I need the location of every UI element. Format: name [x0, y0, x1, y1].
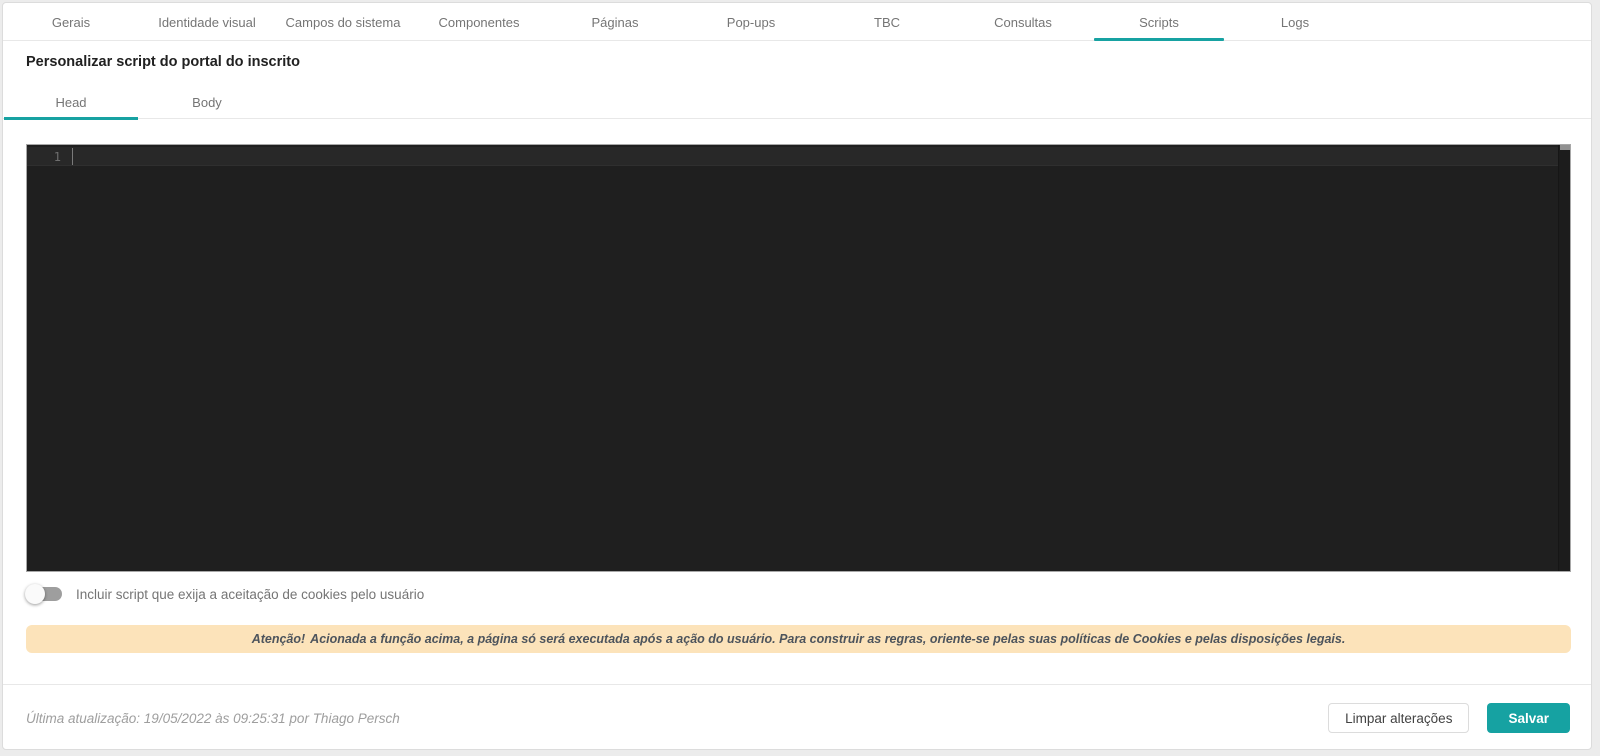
tab-label: Logs — [1281, 15, 1309, 30]
footer-buttons: Limpar alterações Salvar — [1328, 703, 1570, 733]
editor-scrollbar-thumb[interactable] — [1560, 145, 1570, 150]
tab-logs[interactable]: Logs — [1227, 3, 1363, 41]
tab-identidade-visual[interactable]: Identidade visual — [139, 3, 275, 41]
tab-label: Componentes — [439, 15, 520, 30]
toggle-knob — [25, 584, 45, 604]
subtab-label: Head — [55, 95, 86, 110]
subtab-head[interactable]: Head — [3, 86, 139, 119]
warning-banner: Atenção! Acionada a função acima, a pági… — [26, 625, 1571, 653]
page-title: Personalizar script do portal do inscrit… — [26, 54, 300, 70]
cookie-toggle-row: Incluir script que exija a aceitação de … — [26, 582, 424, 606]
tab-popups[interactable]: Pop-ups — [683, 3, 819, 41]
main-tab-bar: Gerais Identidade visual Campos do siste… — [3, 3, 1591, 41]
script-section-tabs: Head Body — [3, 86, 1591, 119]
text-cursor — [72, 148, 73, 165]
warning-message: Acionada a função acima, a página só ser… — [310, 632, 1345, 646]
editor-scrollbar[interactable] — [1558, 145, 1570, 571]
subtab-label: Body — [192, 95, 222, 110]
tab-gerais[interactable]: Gerais — [3, 3, 139, 41]
save-button[interactable]: Salvar — [1487, 703, 1570, 733]
tab-paginas[interactable]: Páginas — [547, 3, 683, 41]
last-update-text: Última atualização: 19/05/2022 às 09:25:… — [26, 711, 400, 726]
cookie-toggle-label: Incluir script que exija a aceitação de … — [76, 587, 424, 602]
cookie-consent-toggle[interactable] — [28, 587, 62, 601]
warning-prefix: Atenção! — [252, 632, 305, 646]
tab-consultas[interactable]: Consultas — [955, 3, 1091, 41]
tab-scripts[interactable]: Scripts — [1091, 3, 1227, 41]
tab-label: Páginas — [592, 15, 639, 30]
settings-panel: Gerais Identidade visual Campos do siste… — [2, 2, 1592, 750]
code-editor[interactable]: 1 — [26, 144, 1571, 572]
tab-label: Consultas — [994, 15, 1052, 30]
tab-tbc[interactable]: TBC — [819, 3, 955, 41]
tab-label: Scripts — [1139, 15, 1179, 30]
subtab-body[interactable]: Body — [139, 86, 275, 119]
tab-campos-do-sistema[interactable]: Campos do sistema — [275, 3, 411, 41]
editor-line-number: 1 — [27, 149, 61, 165]
footer-bar: Última atualização: 19/05/2022 às 09:25:… — [3, 684, 1591, 750]
tab-label: Gerais — [52, 15, 90, 30]
tab-label: TBC — [874, 15, 900, 30]
tab-label: Identidade visual — [158, 15, 256, 30]
tab-componentes[interactable]: Componentes — [411, 3, 547, 41]
editor-active-line — [27, 147, 1570, 166]
tab-label: Campos do sistema — [286, 15, 401, 30]
clear-changes-button[interactable]: Limpar alterações — [1328, 703, 1469, 733]
tab-label: Pop-ups — [727, 15, 775, 30]
